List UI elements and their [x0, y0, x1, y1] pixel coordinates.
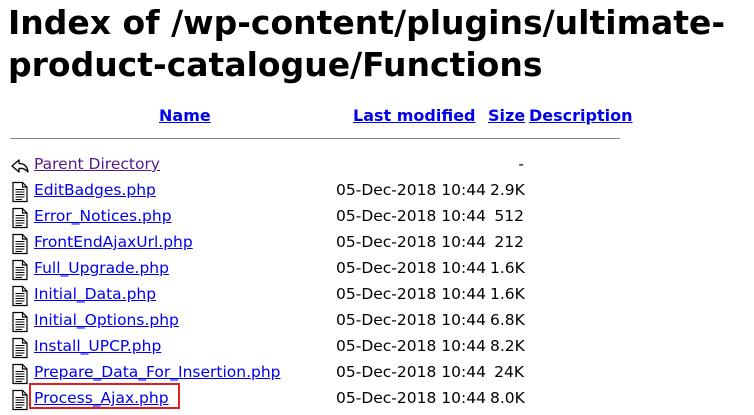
file-modified: 05-Dec-2018 10:44 [336, 389, 486, 407]
file-link[interactable]: FrontEndAjaxUrl.php [34, 230, 193, 254]
file-link[interactable]: Full_Upgrade.php [34, 256, 169, 280]
list-item-parent: Parent Directory - [0, 152, 754, 178]
sort-by-modified-link[interactable]: Last modified [353, 106, 476, 125]
file-modified: 05-Dec-2018 10:44 [336, 259, 486, 277]
file-modified: 05-Dec-2018 10:44 [336, 181, 486, 199]
file-size: 1.6K [490, 285, 525, 303]
back-arrow-icon [11, 159, 29, 173]
file-size: 24K [494, 363, 524, 381]
file-modified: 05-Dec-2018 10:44 [336, 207, 486, 225]
file-size: 212 [494, 233, 524, 251]
file-modified: 05-Dec-2018 10:44 [336, 285, 486, 303]
page-title: Index of /wp-content/plugins/ultimate-pr… [8, 3, 726, 84]
sort-by-name-link[interactable]: Name [159, 106, 211, 125]
document-icon [12, 181, 28, 203]
file-modified: 05-Dec-2018 10:44 [336, 233, 486, 251]
document-icon [12, 207, 28, 229]
document-icon [12, 337, 28, 359]
file-modified: 05-Dec-2018 10:44 [336, 363, 486, 381]
document-icon [12, 285, 28, 307]
highlight-box [29, 383, 180, 409]
list-item: Install_UPCP.php 05-Dec-2018 10:44 8.2K [0, 334, 754, 360]
document-icon [12, 363, 28, 385]
list-item: EditBadges.php 05-Dec-2018 10:44 2.9K [0, 178, 754, 204]
file-size: 8.2K [490, 337, 525, 355]
list-item: Initial_Data.php 05-Dec-2018 10:44 1.6K [0, 282, 754, 308]
file-link[interactable]: Initial_Data.php [34, 282, 156, 306]
document-icon [12, 259, 28, 281]
file-size: - [518, 155, 524, 173]
file-link[interactable]: Install_UPCP.php [34, 334, 161, 358]
file-size: 2.9K [490, 181, 525, 199]
file-size: 8.0K [490, 389, 525, 407]
parent-directory-link[interactable]: Parent Directory [34, 152, 160, 176]
sort-by-description-link[interactable]: Description [529, 106, 632, 125]
file-size: 512 [494, 207, 524, 225]
file-link[interactable]: EditBadges.php [34, 178, 156, 202]
list-item: FrontEndAjaxUrl.php 05-Dec-2018 10:44 212 [0, 230, 754, 256]
header-divider [10, 138, 620, 139]
file-link[interactable]: Prepare_Data_For_Insertion.php [34, 360, 281, 384]
file-modified: 05-Dec-2018 10:44 [336, 337, 486, 355]
file-size: 1.6K [490, 259, 525, 277]
file-size: 6.8K [490, 311, 525, 329]
list-item: Initial_Options.php 05-Dec-2018 10:44 6.8K [0, 308, 754, 334]
sort-by-size-link[interactable]: Size [488, 106, 525, 125]
document-icon [12, 389, 28, 411]
file-modified: 05-Dec-2018 10:44 [336, 311, 486, 329]
list-item: Full_Upgrade.php 05-Dec-2018 10:44 1.6K [0, 256, 754, 282]
document-icon [12, 311, 28, 333]
document-icon [12, 233, 28, 255]
file-link[interactable]: Initial_Options.php [34, 308, 179, 332]
list-item: Error_Notices.php 05-Dec-2018 10:44 512 [0, 204, 754, 230]
file-link[interactable]: Error_Notices.php [34, 204, 172, 228]
